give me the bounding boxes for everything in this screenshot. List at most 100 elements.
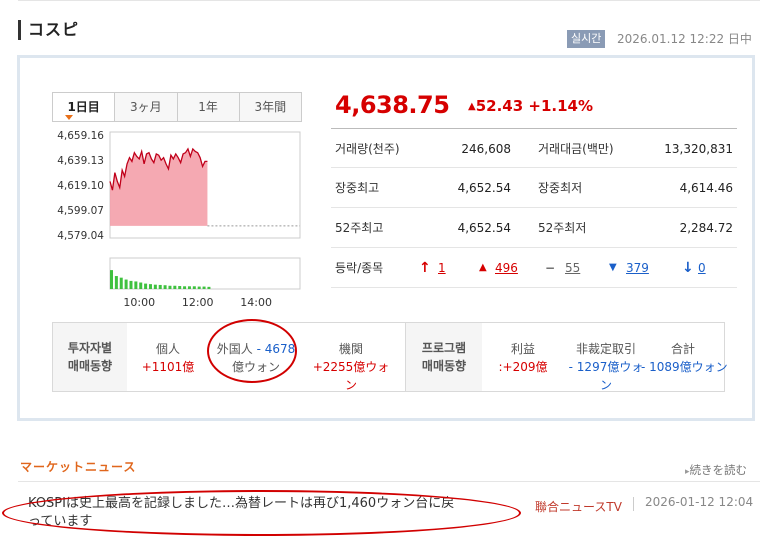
day-low-value: 4,614.46 [679,181,733,195]
investor-header-line2: 매매동향 [67,359,113,373]
day-low-label: 장중최저 [538,181,583,195]
volume-bar [192,286,196,289]
individual-value: +1101億 [141,360,195,374]
individual-label: 個人 [155,342,180,356]
falling-triangle-icon: ▼ [609,262,617,273]
volume-bar [153,284,157,289]
realtime-badge: 실시간 [567,30,606,48]
volume-bar [144,283,148,289]
foreign-label: 外国人 [216,342,253,356]
up-triangle-icon: ▲ [468,101,476,112]
news-headline-line2: っています [28,514,93,529]
volume-bar [197,286,201,289]
volume-bar [129,280,133,289]
more-label: 続きを読む [689,463,748,477]
nonarb-value: - 1297億ウォ [568,360,644,374]
current-price: 4,638.75 [335,91,450,119]
y-tick-label: 4,639.13 [57,155,104,167]
unchanged-count[interactable]: 55 [565,248,580,288]
volume-bar [178,286,182,289]
day-high-label: 장중최고 [335,181,380,195]
trade-value-label: 거래대금(백만) [538,142,614,156]
investor-institution: 機関 +2255億ウォ ン [303,323,399,392]
program-arbitrage: 利益 :+209億 [485,323,561,391]
program-header: 프로그램 매매동향 [406,323,482,391]
falling-count[interactable]: 379 [626,248,649,288]
news-headline-line1: KOSPIは史上最高を記録しました…為替レートは再び1,460ウォン台に戻 [28,496,455,511]
volume-bar [168,285,172,289]
x-tick-label: 14:00 [240,296,272,309]
y-tick-label: 4,659.16 [57,130,104,142]
volume-value: 246,608 [461,142,511,156]
program-header-line1: 프로그램 [421,341,467,355]
change-percent: +1.14% [528,97,593,115]
wk52-high-label: 52주최고 [335,221,384,235]
nonarb-value-wrap: ン [599,378,612,392]
volume-bar [202,286,206,289]
trade-value: 13,320,831 [664,142,733,156]
wk52-low-label: 52주최저 [538,221,587,235]
foreign-value: - 4678 [256,342,296,356]
program-total: 合計 - 1089億ウォン [641,323,728,391]
news-separator [633,497,634,511]
day-high-value: 4,652.54 [457,181,511,195]
program-non-arbitrage: 非裁定取引 - 1297億ウォ ン [561,323,651,392]
timestamp: 2026.01.12 12:22 日中 [617,32,752,46]
total-value: - 1089億ウォン [641,360,728,374]
news-headline[interactable]: KOSPIは史上最高を記録しました…為替レートは再び1,460ウォン台に戻 って… [28,495,528,531]
x-tick-label: 12:00 [182,296,214,309]
volume-bar [207,286,211,289]
rising-count[interactable]: 496 [495,248,518,288]
investor-header-line1: 투자자별 [67,341,113,355]
news-divider [18,481,760,482]
lower-limit-count[interactable]: 0 [698,248,706,288]
change-value: 52.43 [475,97,524,115]
investor-trading-box: 투자자별 매매동향 個人 +1101億 外国人 - 4678 億ウォン 機関 +… [52,322,728,392]
price-change: ▲52.43 +1.14% [468,96,593,119]
news-date: 2026-01-12 12:04 [645,495,754,509]
volume-bar [110,270,113,289]
institution-value: +2255億ウォ [312,360,390,374]
volume-bar [148,284,152,289]
stats-table: 거래량(천주) 246,608 거래대금(백만) 13,320,831 장중최고… [331,128,737,288]
volume-bar [114,276,118,289]
volume-bar [158,284,162,289]
program-header-line2: 매매동향 [421,359,467,373]
upper-limit-count[interactable]: 1 [438,248,446,288]
wk52-low-value: 2,284.72 [679,221,733,235]
top-divider [18,0,760,1]
volume-bar [124,279,128,289]
index-panel: 1日目 3ヶ月 1年 3年間 4,659.16 4,639.13 4,619.10 4… [17,55,755,421]
stats-row-volume: 거래량(천주) 246,608 거래대금(백만) 13,320,831 [331,128,737,168]
intraday-chart: 4,659.16 4,639.13 4,619.10 4,599.07 4,579.04… [57,130,301,309]
nonarb-label: 非裁定取引 [575,342,636,356]
x-tick-label: 10:00 [123,296,155,309]
volume-bar [187,286,191,289]
arbitrage-label: 利益 [510,342,535,356]
unchanged-dash-icon: − [545,261,556,275]
upper-limit-arrow-icon: ↑ [419,260,431,276]
y-tick-label: 4,619.10 [57,180,104,192]
investor-header: 투자자별 매매동향 [53,323,127,391]
institution-value-wrap: ン [344,378,357,392]
institution-label: 機関 [338,342,363,356]
y-tick-label: 4,579.04 [57,230,104,242]
market-news-title: マーケットニュース [20,460,137,474]
volume-label: 거래량(천주) [335,142,400,156]
breadth-label: 등락/종목 [335,261,384,275]
news-source[interactable]: 聯合ニュースTV [535,498,622,515]
investor-foreign: 外国人 - 4678 億ウォン [209,323,303,391]
volume-bar [139,282,143,289]
foreign-unit: 億ウォン [231,360,280,374]
stats-row-breadth: 등락/종목 ↑ 1 ▲ 496 − 55 ▼ 379 ↓ 0 [331,248,737,288]
stats-row-52week: 52주최고 4,652.54 52주최저 2,284.72 [331,208,737,248]
volume-bar [134,281,138,289]
stats-row-intraday: 장중최고 4,652.54 장중최저 4,614.46 [331,168,737,208]
total-label: 合計 [670,342,695,356]
lower-limit-arrow-icon: ↓ [682,260,694,276]
volume-bar [119,277,123,289]
page-title: コスピ [18,20,79,40]
wk52-high-value: 4,652.54 [457,221,511,235]
investor-individual: 個人 +1101億 [133,323,203,391]
more-link[interactable]: ▸続きを読む [685,462,747,478]
